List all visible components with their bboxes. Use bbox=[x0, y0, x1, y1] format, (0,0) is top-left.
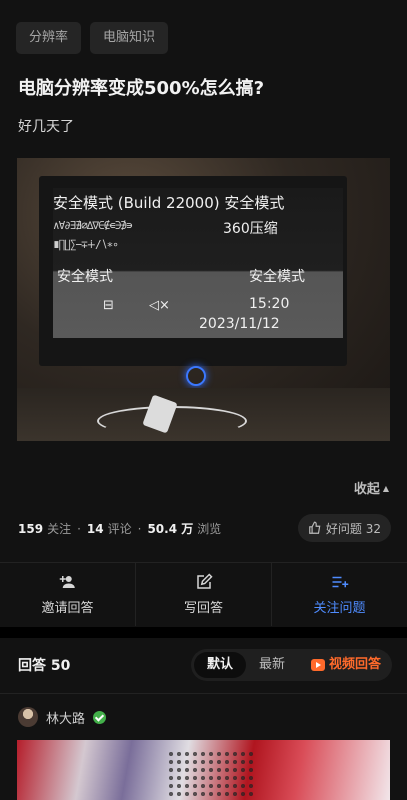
author-name[interactable]: 林大路 bbox=[46, 708, 85, 727]
question-photo[interactable]: 安全模式 (Build 22000) 安全模式 ∧∀∂∃∄∅∆∇∈∉∊∋∌∍ 3… bbox=[17, 158, 390, 441]
sort-latest-tab[interactable]: 最新 bbox=[246, 652, 298, 678]
comments-count[interactable]: 14 bbox=[87, 522, 104, 536]
screen-network-icon: ⊟ bbox=[103, 298, 114, 313]
monitor-screen: 安全模式 (Build 22000) 安全模式 ∧∀∂∃∄∅∆∇∈∉∊∋∌∍ 3… bbox=[53, 188, 343, 338]
follow-question-button[interactable]: 关注问题 bbox=[272, 563, 407, 626]
screen-noise-text: ∧∀∂∃∄∅∆∇∈∉∊∋∌∍ bbox=[53, 219, 133, 232]
answers-divider bbox=[0, 693, 407, 694]
screen-text-line: 安全模式 bbox=[57, 269, 113, 285]
screen-date: 2023/11/12 bbox=[199, 316, 280, 332]
follow-question-label: 关注问题 bbox=[313, 601, 366, 616]
power-led bbox=[186, 366, 206, 386]
screen-text-line: 360压缩 bbox=[223, 221, 278, 237]
verified-badge-icon bbox=[93, 710, 107, 724]
question-title: 电脑分辨率变成500%怎么搞? bbox=[18, 78, 265, 99]
followers-label: 关注 bbox=[47, 522, 72, 536]
question-description: 好几天了 bbox=[18, 119, 74, 135]
separator-dot: · bbox=[137, 521, 142, 536]
answer-image-pattern bbox=[167, 750, 257, 800]
thumbs-up-icon bbox=[309, 521, 321, 534]
add-user-icon bbox=[59, 576, 75, 588]
comments-label[interactable]: 评论 bbox=[108, 520, 132, 537]
sort-selector: 默认 最新 视频回答 bbox=[190, 649, 392, 681]
sort-default-tab[interactable]: 默认 bbox=[193, 652, 246, 678]
good-question-button[interactable]: 好问题 32 bbox=[297, 514, 391, 542]
question-stats: 159 关注 · 14 评论 · 50.4 万 浏览 bbox=[18, 520, 221, 537]
video-play-icon bbox=[310, 659, 325, 671]
views-label: 浏览 bbox=[197, 522, 222, 536]
screen-text-line: 安全模式 bbox=[249, 269, 305, 285]
tag-resolution[interactable]: 分辨率 bbox=[16, 22, 82, 54]
screen-time: 15:20 bbox=[249, 296, 290, 312]
answer-image[interactable] bbox=[17, 740, 390, 800]
screen-text-line: 安全模式 (Build 22000) 安全模式 bbox=[53, 194, 285, 212]
follow-list-icon bbox=[332, 576, 348, 588]
write-answer-label: 写回答 bbox=[183, 601, 223, 616]
question-actions: 邀请回答 写回答 关注问题 bbox=[0, 562, 407, 626]
write-answer-button[interactable]: 写回答 bbox=[136, 563, 272, 626]
answers-header: 回答 50 默认 最新 视频回答 bbox=[0, 638, 407, 692]
avatar[interactable] bbox=[18, 707, 38, 727]
edit-icon bbox=[196, 573, 213, 589]
separator-dot: · bbox=[77, 521, 81, 536]
answer-author[interactable]: 林大路 bbox=[18, 707, 107, 727]
section-divider bbox=[0, 627, 407, 638]
tag-list: 分辨率 电脑知识 bbox=[16, 22, 169, 54]
screen-mute-icon: ◁× bbox=[149, 298, 170, 313]
sort-video-label: 视频回答 bbox=[328, 657, 381, 672]
followers-count: 159 bbox=[18, 521, 44, 536]
collapse-button[interactable]: 收起 ▲ bbox=[354, 478, 389, 497]
answers-count: 回答 50 bbox=[18, 658, 71, 674]
sort-video-tab[interactable]: 视频回答 bbox=[298, 652, 389, 678]
views-count: 50.4 万 bbox=[147, 522, 194, 536]
screen-noise-text: ∎∏∐∑−∓∔∕∖∗∘ bbox=[53, 238, 119, 251]
collapse-label: 收起 bbox=[353, 482, 380, 497]
tag-computer-knowledge[interactable]: 电脑知识 bbox=[90, 22, 169, 54]
good-question-label: 好问题 32 bbox=[325, 521, 381, 536]
caret-up-icon: ▲ bbox=[382, 484, 389, 493]
invite-answer-label: 邀请回答 bbox=[41, 601, 94, 616]
invite-answer-button[interactable]: 邀请回答 bbox=[0, 563, 136, 626]
